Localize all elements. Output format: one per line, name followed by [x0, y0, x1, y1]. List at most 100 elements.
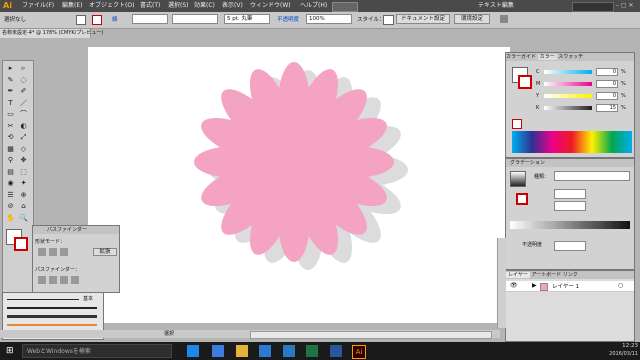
crop-icon[interactable]	[71, 276, 79, 284]
channel-slider-k[interactable]	[544, 106, 592, 110]
fill-swatch[interactable]	[76, 15, 86, 25]
gradient-tab[interactable]: グラデーション	[506, 159, 634, 167]
color-spectrum[interactable]	[512, 131, 632, 153]
slice-tool-icon[interactable]: ⌂	[18, 201, 29, 211]
windows-start-icon[interactable]: ⊞	[6, 346, 16, 356]
style-swatch[interactable]	[383, 15, 394, 25]
menu-object[interactable]: オブジェクト(O)	[89, 0, 134, 12]
tab-swatches[interactable]: スウォッチ	[558, 54, 583, 60]
brush-stroke-3[interactable]	[7, 315, 97, 318]
variable-width-select[interactable]	[172, 14, 218, 24]
tab-color[interactable]: カラー	[537, 54, 557, 60]
stroke-swatch[interactable]	[92, 15, 102, 25]
menu-select[interactable]: 選択(S)	[168, 0, 189, 12]
status-text[interactable]: 選択	[164, 330, 174, 338]
taskbar-search[interactable]: WebとWindowsを検索	[22, 344, 172, 358]
line-tool-icon[interactable]: ／	[18, 98, 29, 108]
visibility-icon[interactable]: 👁	[510, 282, 518, 289]
brush-tool-icon[interactable]: ✐	[18, 86, 29, 96]
channel-slider-m[interactable]	[544, 82, 592, 86]
divide-icon[interactable]	[38, 276, 46, 284]
vertical-scrollbar[interactable]	[497, 238, 506, 328]
mesh-tool-icon[interactable]: ▦	[5, 144, 16, 154]
brush-stroke-2[interactable]	[7, 307, 97, 309]
arc-tool-icon[interactable]: ⌒	[18, 109, 29, 119]
layer-name[interactable]: レイヤー 1	[552, 282, 579, 290]
eraser-tool-icon[interactable]: ⊘	[5, 201, 16, 211]
edge-icon[interactable]	[212, 345, 224, 357]
channel-value-m[interactable]: 0	[596, 80, 618, 88]
merge-icon[interactable]	[60, 276, 68, 284]
brush-select[interactable]: 5 pt. 丸筆	[224, 14, 270, 24]
store-icon[interactable]	[259, 345, 271, 357]
eyedropper-tool-icon[interactable]: ⚲	[5, 155, 16, 165]
opacity-field[interactable]: 100%	[306, 14, 352, 24]
clock-time[interactable]: 12:23	[604, 343, 638, 349]
color-stroke-icon[interactable]	[518, 75, 532, 89]
search-field[interactable]	[572, 2, 614, 12]
channel-value-k[interactable]: 15	[596, 104, 618, 112]
artboard-tool-icon[interactable]: ⊕	[18, 190, 29, 200]
window-controls[interactable]: – ▢ ✕	[616, 0, 634, 12]
gradient-angle-field[interactable]	[554, 189, 586, 199]
preferences-button[interactable]: 環境設定	[454, 14, 490, 24]
rotate-tool-icon[interactable]: ⟲	[5, 132, 16, 142]
minus-front-icon[interactable]	[49, 248, 57, 256]
menu-effect[interactable]: 効果(C)	[194, 0, 215, 12]
tab-color-guide[interactable]: カラーガイド	[506, 54, 536, 60]
document-tab[interactable]: 名称未設定-4* @ 178% (CMYK/プレビュー)	[0, 29, 103, 38]
file-explorer-icon[interactable]	[236, 345, 248, 357]
perspective-tool-icon[interactable]: ⬚	[18, 167, 29, 177]
bridge-button[interactable]	[332, 2, 358, 12]
none-swatch[interactable]	[512, 119, 522, 129]
width-tool-icon[interactable]: ✥	[18, 155, 29, 165]
lasso-tool-icon[interactable]: ◌	[18, 75, 29, 85]
stroke-weight-select[interactable]	[132, 14, 168, 24]
brush-stroke-basic[interactable]	[7, 299, 79, 300]
hand-tool-icon[interactable]: ✋	[5, 213, 16, 223]
rectangle-tool-icon[interactable]: ▭	[5, 109, 16, 119]
channel-slider-y[interactable]	[544, 94, 592, 98]
gradient-opacity-field[interactable]	[554, 241, 586, 251]
unite-icon[interactable]	[38, 248, 46, 256]
blend-tool-icon[interactable]: ◐	[18, 121, 29, 131]
gradient-type-select[interactable]	[554, 171, 630, 181]
sparkle-tool-icon[interactable]: ✦	[18, 178, 29, 188]
word-icon[interactable]	[330, 345, 342, 357]
gradient-aspect-field[interactable]	[554, 201, 586, 211]
tab-layers[interactable]: レイヤー	[506, 272, 530, 278]
flower-artwork[interactable]	[150, 60, 430, 300]
excel-icon[interactable]	[306, 345, 318, 357]
illustrator-taskbar-icon[interactable]: Ai	[352, 345, 366, 359]
pencil-tool-icon[interactable]: ✒	[5, 86, 16, 96]
target-icon[interactable]: ○	[618, 282, 623, 289]
shape-builder-tool-icon[interactable]: ◇	[18, 144, 29, 154]
horizontal-scrollbar[interactable]	[250, 331, 492, 339]
expand-triangle-icon[interactable]: ▶	[532, 282, 537, 289]
pen-tool-icon[interactable]: ✎	[5, 75, 16, 85]
document-setup-button[interactable]: ドキュメント設定	[396, 14, 450, 24]
menu-type[interactable]: 書式(T)	[140, 0, 160, 12]
menu-view[interactable]: 表示(V)	[222, 0, 243, 12]
layer-row[interactable]: 👁 ▶ レイヤー 1 ○	[506, 281, 634, 292]
type-tool-icon[interactable]: T	[5, 98, 16, 108]
gradient-tool-icon[interactable]: ▤	[5, 167, 16, 177]
pathfinder-tab[interactable]: パスファインダー	[33, 226, 119, 234]
scissors-tool-icon[interactable]: ✂	[5, 121, 16, 131]
brush-stroke-4[interactable]	[7, 324, 97, 326]
selection-tool-icon[interactable]: ▸	[5, 63, 16, 73]
stroke-label[interactable]: 線	[112, 15, 118, 25]
intersect-icon[interactable]	[60, 248, 68, 256]
gradient-preview[interactable]	[510, 171, 526, 187]
scale-tool-icon[interactable]: ⤢	[18, 132, 29, 142]
workspace-switcher[interactable]: テキスト編集	[478, 0, 514, 12]
channel-slider-c[interactable]	[544, 70, 592, 74]
tab-links[interactable]: リンク	[563, 272, 578, 278]
channel-value-y[interactable]: 0	[596, 92, 618, 100]
gradient-stroke-icon[interactable]	[516, 193, 528, 205]
opacity-label[interactable]: 不透明度	[277, 15, 299, 25]
zoom-tool-icon[interactable]: 🔍	[18, 213, 29, 223]
graph-tool-icon[interactable]: ☰	[5, 190, 16, 200]
gradient-slider[interactable]	[510, 221, 630, 229]
arrange-icon[interactable]	[500, 15, 508, 23]
